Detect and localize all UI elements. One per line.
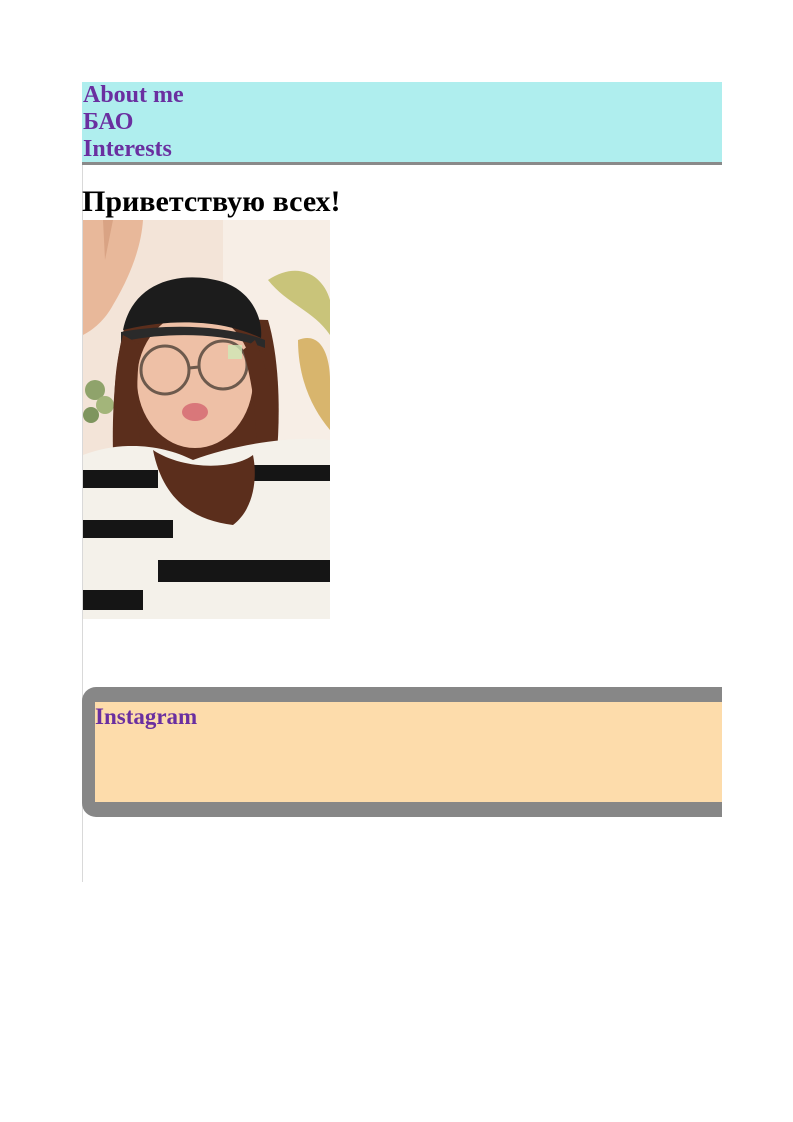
page-title: Приветствую всех! bbox=[82, 185, 341, 218]
nav-link-bao[interactable]: БАО bbox=[83, 109, 722, 136]
nav-link-interests[interactable]: Interests bbox=[83, 136, 722, 163]
nav-link-about-me[interactable]: About me bbox=[83, 82, 722, 109]
profile-photo-illustration bbox=[83, 220, 330, 619]
social-links-frame: Instagram bbox=[82, 687, 722, 817]
social-links-panel: Instagram bbox=[95, 702, 722, 802]
instagram-link[interactable]: Instagram bbox=[95, 704, 722, 730]
page: About me БАО Interests Приветствую всех! bbox=[0, 0, 793, 1122]
top-navigation: About me БАО Interests bbox=[82, 82, 722, 165]
profile-photo bbox=[83, 220, 330, 619]
